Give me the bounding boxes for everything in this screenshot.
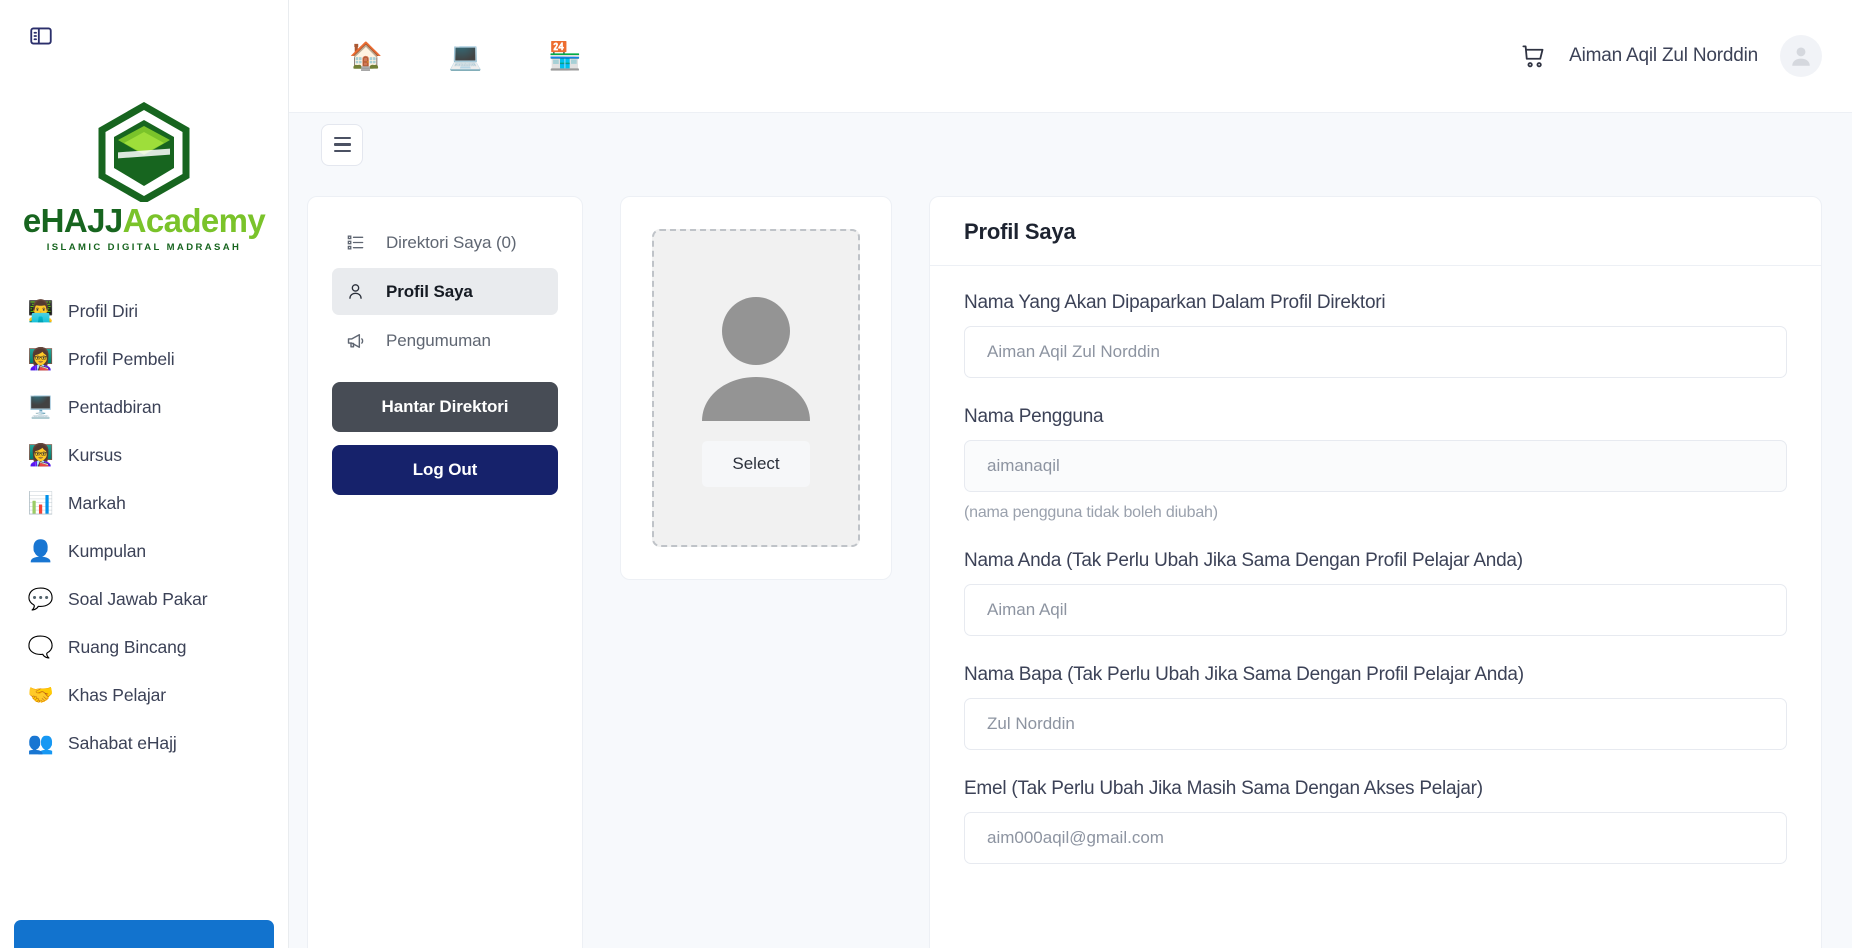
menu-item-label: Profil Saya	[386, 282, 473, 302]
avatar-upload-card: Select	[620, 196, 892, 580]
panel-toggle-icon[interactable]	[28, 23, 54, 49]
ehajj-friends-icon: 👥	[28, 730, 54, 756]
logo-tagline: ISLAMIC DIGITAL MADRASAH	[22, 242, 266, 253]
page-title: Profil Saya	[964, 219, 1787, 245]
avatar-dropzone[interactable]: Select	[652, 229, 860, 547]
field-nama-anda: Nama Anda (Tak Perlu Ubah Jika Sama Deng…	[964, 550, 1787, 636]
sidebar-item-sahabat-ehajj[interactable]: 👥 Sahabat eHajj	[0, 719, 288, 767]
logout-button[interactable]: Log Out	[332, 445, 558, 495]
left-sidebar: eHAJJAcademy ISLAMIC DIGITAL MADRASAH 👨‍…	[0, 0, 289, 948]
sidebar-item-profil-diri[interactable]: 👨‍💻 Profil Diri	[0, 287, 288, 335]
top-header: 🏠 💻 🏪 Aiman Aqil Zul Norddin	[289, 0, 1852, 113]
field-nama-direktori: Nama Yang Akan Dipaparkan Dalam Profil D…	[964, 292, 1787, 378]
form-body: Nama Yang Akan Dipaparkan Dalam Profil D…	[930, 266, 1821, 922]
student-special-icon: 🤝	[28, 682, 54, 708]
kaaba-icon	[94, 102, 194, 202]
field-nama-pengguna: Nama Pengguna (nama pengguna tidak boleh…	[964, 406, 1787, 522]
user-avatar-icon	[1788, 43, 1814, 69]
select-image-button[interactable]: Select	[702, 441, 809, 487]
logo-word-light: Academy	[123, 202, 266, 239]
field-label: Nama Yang Akan Dipaparkan Dalam Profil D…	[964, 292, 1787, 314]
logo-word-dark: eHAJJ	[23, 202, 123, 239]
sidebar-item-pentadbiran[interactable]: 🖥️ Pentadbiran	[0, 383, 288, 431]
sidebar-item-kursus[interactable]: 👩‍🏫 Kursus	[0, 431, 288, 479]
hamburger-lines	[334, 137, 351, 152]
sidebar-item-label: Soal Jawab Pakar	[68, 589, 207, 610]
menu-item-label: Direktori Saya (0)	[386, 233, 516, 253]
field-label: Nama Anda (Tak Perlu Ubah Jika Sama Deng…	[964, 550, 1787, 572]
kaaba-icon-wrap	[22, 102, 266, 202]
menu-item-profil-saya[interactable]: Profil Saya	[332, 268, 558, 315]
discussion-room-icon: 🗨️	[28, 634, 54, 660]
sidebar-item-label: Pentadbiran	[68, 397, 161, 418]
sidebar-item-label: Khas Pelajar	[68, 685, 166, 706]
course-icon: 👩‍🏫	[28, 442, 54, 468]
brand-logo[interactable]: eHAJJAcademy ISLAMIC DIGITAL MADRASAH	[0, 102, 288, 253]
person-placeholder-icon	[692, 289, 820, 421]
username-input	[964, 440, 1787, 492]
logo-wordmark: eHAJJAcademy	[22, 204, 266, 237]
list-details-icon	[345, 232, 366, 253]
menu-item-pengumuman[interactable]: Pengumuman	[332, 317, 558, 364]
menu-item-label: Pengumuman	[386, 331, 491, 351]
content-area: Direktori Saya (0) Profil Saya	[289, 176, 1852, 948]
sidebar-cta-button[interactable]	[14, 920, 274, 948]
top-header-right: Aiman Aqil Zul Norddin	[1520, 35, 1822, 77]
profile-form-card: Profil Saya Nama Yang Akan Dipaparkan Da…	[929, 196, 1822, 948]
sidebar-item-label: Kursus	[68, 445, 122, 466]
hamburger-icon[interactable]	[321, 124, 363, 166]
sidebar-item-ruang-bincang[interactable]: 🗨️ Ruang Bincang	[0, 623, 288, 671]
main-region: 🏠 💻 🏪 Aiman Aqil Zul Norddin	[289, 0, 1852, 948]
your-name-input[interactable]	[964, 584, 1787, 636]
field-label: Nama Bapa (Tak Perlu Ubah Jika Sama Deng…	[964, 664, 1787, 686]
submit-directory-button[interactable]: Hantar Direktori	[332, 382, 558, 432]
profile-person-computer-icon: 👨‍💻	[28, 298, 54, 324]
sidebar-nav: 👨‍💻 Profil Diri 👩‍🏫 Profil Pembeli 🖥️ Pe…	[0, 287, 288, 767]
hamburger-line	[334, 150, 351, 152]
form-card-header: Profil Saya	[930, 197, 1821, 266]
sidebar-item-label: Sahabat eHajj	[68, 733, 177, 754]
top-header-nav-icons: 🏠 💻 🏪	[349, 43, 582, 70]
buyer-profile-icon: 👩‍🏫	[28, 346, 54, 372]
marks-chart-icon: 📊	[28, 490, 54, 516]
email-input[interactable]	[964, 812, 1787, 864]
field-label: Nama Pengguna	[964, 406, 1787, 428]
hamburger-line	[334, 143, 351, 145]
elearning-icon[interactable]: 💻	[449, 43, 483, 70]
sidebar-item-soal-jawab-pakar[interactable]: 💬 Soal Jawab Pakar	[0, 575, 288, 623]
sidebar-item-label: Markah	[68, 493, 126, 514]
expert-qa-icon: 💬	[28, 586, 54, 612]
avatar[interactable]	[1780, 35, 1822, 77]
administration-gear-icon: 🖥️	[28, 394, 54, 420]
store-icon[interactable]: 🏪	[548, 43, 582, 70]
display-name-input[interactable]	[964, 326, 1787, 378]
sub-toolbar	[289, 113, 1852, 176]
directory-menu-card: Direktori Saya (0) Profil Saya	[307, 196, 583, 948]
sidebar-toggle-row	[0, 0, 288, 72]
group-icon: 👤	[28, 538, 54, 564]
sidebar-item-khas-pelajar[interactable]: 🤝 Khas Pelajar	[0, 671, 288, 719]
field-emel: Emel (Tak Perlu Ubah Jika Masih Sama Den…	[964, 778, 1787, 864]
sidebar-item-label: Profil Pembeli	[68, 349, 175, 370]
sidebar-item-label: Profil Diri	[68, 301, 138, 322]
sidebar-item-kumpulan[interactable]: 👤 Kumpulan	[0, 527, 288, 575]
menu-item-direktori-saya[interactable]: Direktori Saya (0)	[332, 219, 558, 266]
hamburger-line	[334, 137, 351, 139]
sidebar-item-label: Ruang Bincang	[68, 637, 186, 658]
user-name-label[interactable]: Aiman Aqil Zul Norddin	[1569, 45, 1758, 67]
father-name-input[interactable]	[964, 698, 1787, 750]
shopping-cart-icon[interactable]	[1520, 43, 1547, 70]
field-nama-bapa: Nama Bapa (Tak Perlu Ubah Jika Sama Deng…	[964, 664, 1787, 750]
sidebar-item-profil-pembeli[interactable]: 👩‍🏫 Profil Pembeli	[0, 335, 288, 383]
person-icon	[345, 281, 366, 302]
field-label: Emel (Tak Perlu Ubah Jika Masih Sama Den…	[964, 778, 1787, 800]
home-icon[interactable]: 🏠	[349, 43, 383, 70]
sidebar-item-label: Kumpulan	[68, 541, 146, 562]
megaphone-icon	[345, 330, 366, 351]
sidebar-item-markah[interactable]: 📊 Markah	[0, 479, 288, 527]
username-hint: (nama pengguna tidak boleh diubah)	[964, 504, 1787, 522]
